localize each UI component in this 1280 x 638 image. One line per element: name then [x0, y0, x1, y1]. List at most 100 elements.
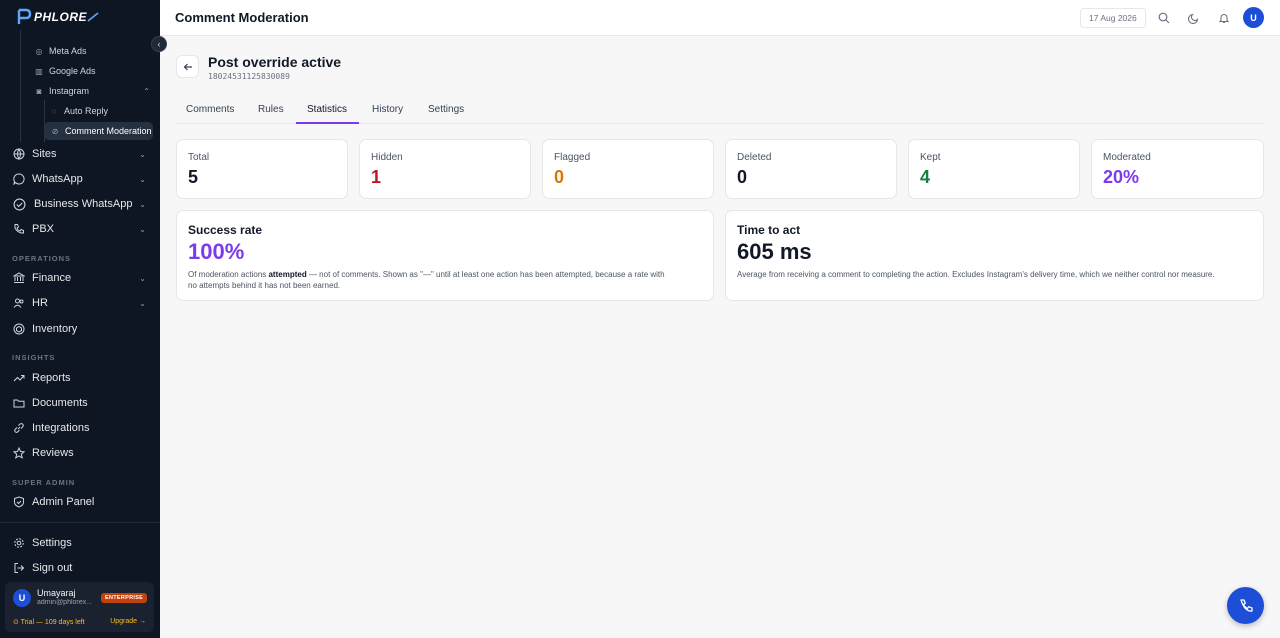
tab-rules[interactable]: Rules [258, 104, 284, 115]
bell-icon[interactable] [1216, 10, 1232, 26]
stat-card-flagged: Flagged 0 [542, 139, 714, 199]
sidebar-item-google-ads[interactable]: ▥ Google Ads [34, 62, 150, 80]
logo-icon [17, 8, 32, 24]
success-rate-value: 100% [188, 239, 245, 264]
page-title: Comment Moderation [175, 10, 309, 25]
sidebar-item-label: Finance [32, 272, 72, 284]
sidebar-item-meta-ads[interactable]: ◎ Meta Ads [34, 42, 150, 60]
search-icon[interactable] [1156, 10, 1172, 26]
sidebar-item-label: Settings [32, 537, 72, 549]
stat-label: Kept [920, 152, 941, 163]
sidebar-item-documents[interactable]: Documents [12, 392, 150, 414]
desc-text: Of moderation actions [188, 270, 269, 279]
desc-text: no attempts behind it has not been earne… [188, 281, 341, 290]
phone-icon [1239, 598, 1253, 612]
sidebar-item-admin-panel[interactable]: Admin Panel [12, 491, 150, 513]
date-display[interactable]: 17 Aug 2026 [1080, 8, 1146, 28]
sidebar-item-reviews[interactable]: Reviews [12, 442, 150, 464]
auto-reply-icon: ◌ [51, 106, 57, 116]
upgrade-link[interactable]: Upgrade → [110, 618, 146, 625]
collapse-sidebar-button[interactable]: ‹ [151, 36, 167, 52]
sidebar-item-reports[interactable]: Reports [12, 367, 150, 389]
sidebar: PHLORE ◎ Meta Ads ▥ Google Ads ◙ Instagr… [0, 0, 160, 638]
sidebar-item-label: Business WhatsApp [34, 198, 133, 210]
sidebar-item-label: Reviews [32, 447, 74, 459]
card-title: Success rate [188, 223, 263, 237]
chevron-down-icon: ⌄ [139, 149, 146, 159]
sidebar-item-settings[interactable]: Settings [12, 532, 150, 554]
tab-statistics[interactable]: Statistics [307, 104, 347, 115]
sidebar-item-label: Documents [32, 397, 88, 409]
sidebar-item-sites[interactable]: Sites ⌄ [12, 143, 150, 165]
trial-status: ⊙ Trial — 109 days left [13, 619, 85, 626]
moderation-icon: ⊘ [51, 126, 59, 136]
sidebar-divider [0, 522, 160, 523]
sidebar-item-hr[interactable]: HR ⌄ [12, 292, 150, 314]
user-name: Umayaraj [37, 588, 76, 598]
brand-logo[interactable]: PHLORE [16, 7, 99, 27]
stat-label: Hidden [371, 152, 403, 163]
chevron-down-icon: ⌄ [139, 199, 146, 209]
tree-line [20, 30, 21, 142]
folder-icon [12, 396, 26, 410]
time-to-act-description: Average from receiving a comment to comp… [737, 270, 1215, 279]
stat-card-total: Total 5 [176, 139, 348, 199]
sidebar-item-auto-reply[interactable]: ◌ Auto Reply [49, 102, 150, 120]
time-to-act-value: 605 ms [737, 239, 812, 264]
sidebar-item-finance[interactable]: Finance ⌄ [12, 267, 150, 289]
topbar: Comment Moderation 17 Aug 2026 U [160, 0, 1280, 36]
bank-icon [12, 271, 26, 285]
sidebar-item-sign-out[interactable]: Sign out [12, 557, 150, 579]
sidebar-item-label: Reports [32, 372, 71, 384]
sidebar-item-instagram[interactable]: ◙ Instagram ⌃ [34, 82, 150, 100]
avatar[interactable]: U [1243, 7, 1264, 28]
sidebar-item-label: WhatsApp [32, 173, 83, 185]
tab-settings[interactable]: Settings [428, 104, 464, 115]
meta-icon: ◎ [35, 46, 43, 56]
moon-icon[interactable] [1186, 10, 1202, 26]
sidebar-item-integrations[interactable]: Integrations [12, 417, 150, 439]
tab-comments[interactable]: Comments [186, 104, 234, 115]
sidebar-item-business-whatsapp[interactable]: Business WhatsApp ⌄ [12, 193, 150, 215]
sidebar-item-inventory[interactable]: Inventory [12, 318, 150, 340]
shield-icon [12, 495, 26, 509]
back-button[interactable] [176, 55, 199, 78]
avatar: U [13, 589, 31, 607]
success-rate-card: Success rate 100% Of moderation actions … [176, 210, 714, 301]
stat-card-hidden: Hidden 1 [359, 139, 531, 199]
chevron-down-icon: ⌄ [139, 298, 146, 308]
instagram-icon: ◙ [36, 86, 42, 96]
chevron-left-icon: ‹ [157, 39, 161, 49]
section-label-super-admin: SUPER ADMIN [12, 478, 76, 487]
plan-badge: ENTERPRISE [101, 593, 148, 603]
call-button[interactable] [1227, 587, 1264, 624]
active-tab-indicator [296, 122, 359, 124]
sidebar-item-comment-moderation[interactable]: ⊘ Comment Moderation [44, 122, 153, 140]
stat-label: Moderated [1103, 152, 1151, 163]
stat-label: Total [188, 152, 210, 163]
user-card[interactable]: U Umayaraj admin@phlorex... ENTERPRISE ⊙… [5, 582, 154, 632]
phone-icon [12, 222, 26, 236]
arrow-left-icon [183, 63, 192, 70]
globe-icon [12, 147, 26, 161]
sidebar-item-label: Meta Ads [49, 46, 87, 56]
stat-card-moderated: Moderated 20% [1091, 139, 1264, 199]
sidebar-item-whatsapp[interactable]: WhatsApp ⌄ [12, 168, 150, 190]
post-id: 18024531125830089 [208, 72, 290, 81]
link-icon [12, 421, 26, 435]
tab-history[interactable]: History [372, 104, 403, 115]
stat-value: 0 [554, 167, 565, 187]
user-email: admin@phlorex... [37, 599, 92, 606]
sidebar-item-pbx[interactable]: PBX ⌄ [12, 218, 150, 240]
time-to-act-card: Time to act 605 ms Average from receivin… [725, 210, 1264, 301]
sidebar-item-label: Integrations [32, 422, 90, 434]
desc-text: — not of comments. Shown as "—" until at… [306, 270, 665, 279]
stat-label: Flagged [554, 152, 591, 163]
stat-value: 0 [737, 167, 748, 187]
desc-emphasis: attempted [268, 270, 307, 279]
sidebar-item-label: Instagram [49, 86, 90, 96]
sidebar-item-label: Auto Reply [64, 106, 109, 116]
chevron-down-icon: ⌄ [139, 273, 146, 283]
gear-icon [12, 536, 26, 550]
stat-card-kept: Kept 4 [908, 139, 1080, 199]
